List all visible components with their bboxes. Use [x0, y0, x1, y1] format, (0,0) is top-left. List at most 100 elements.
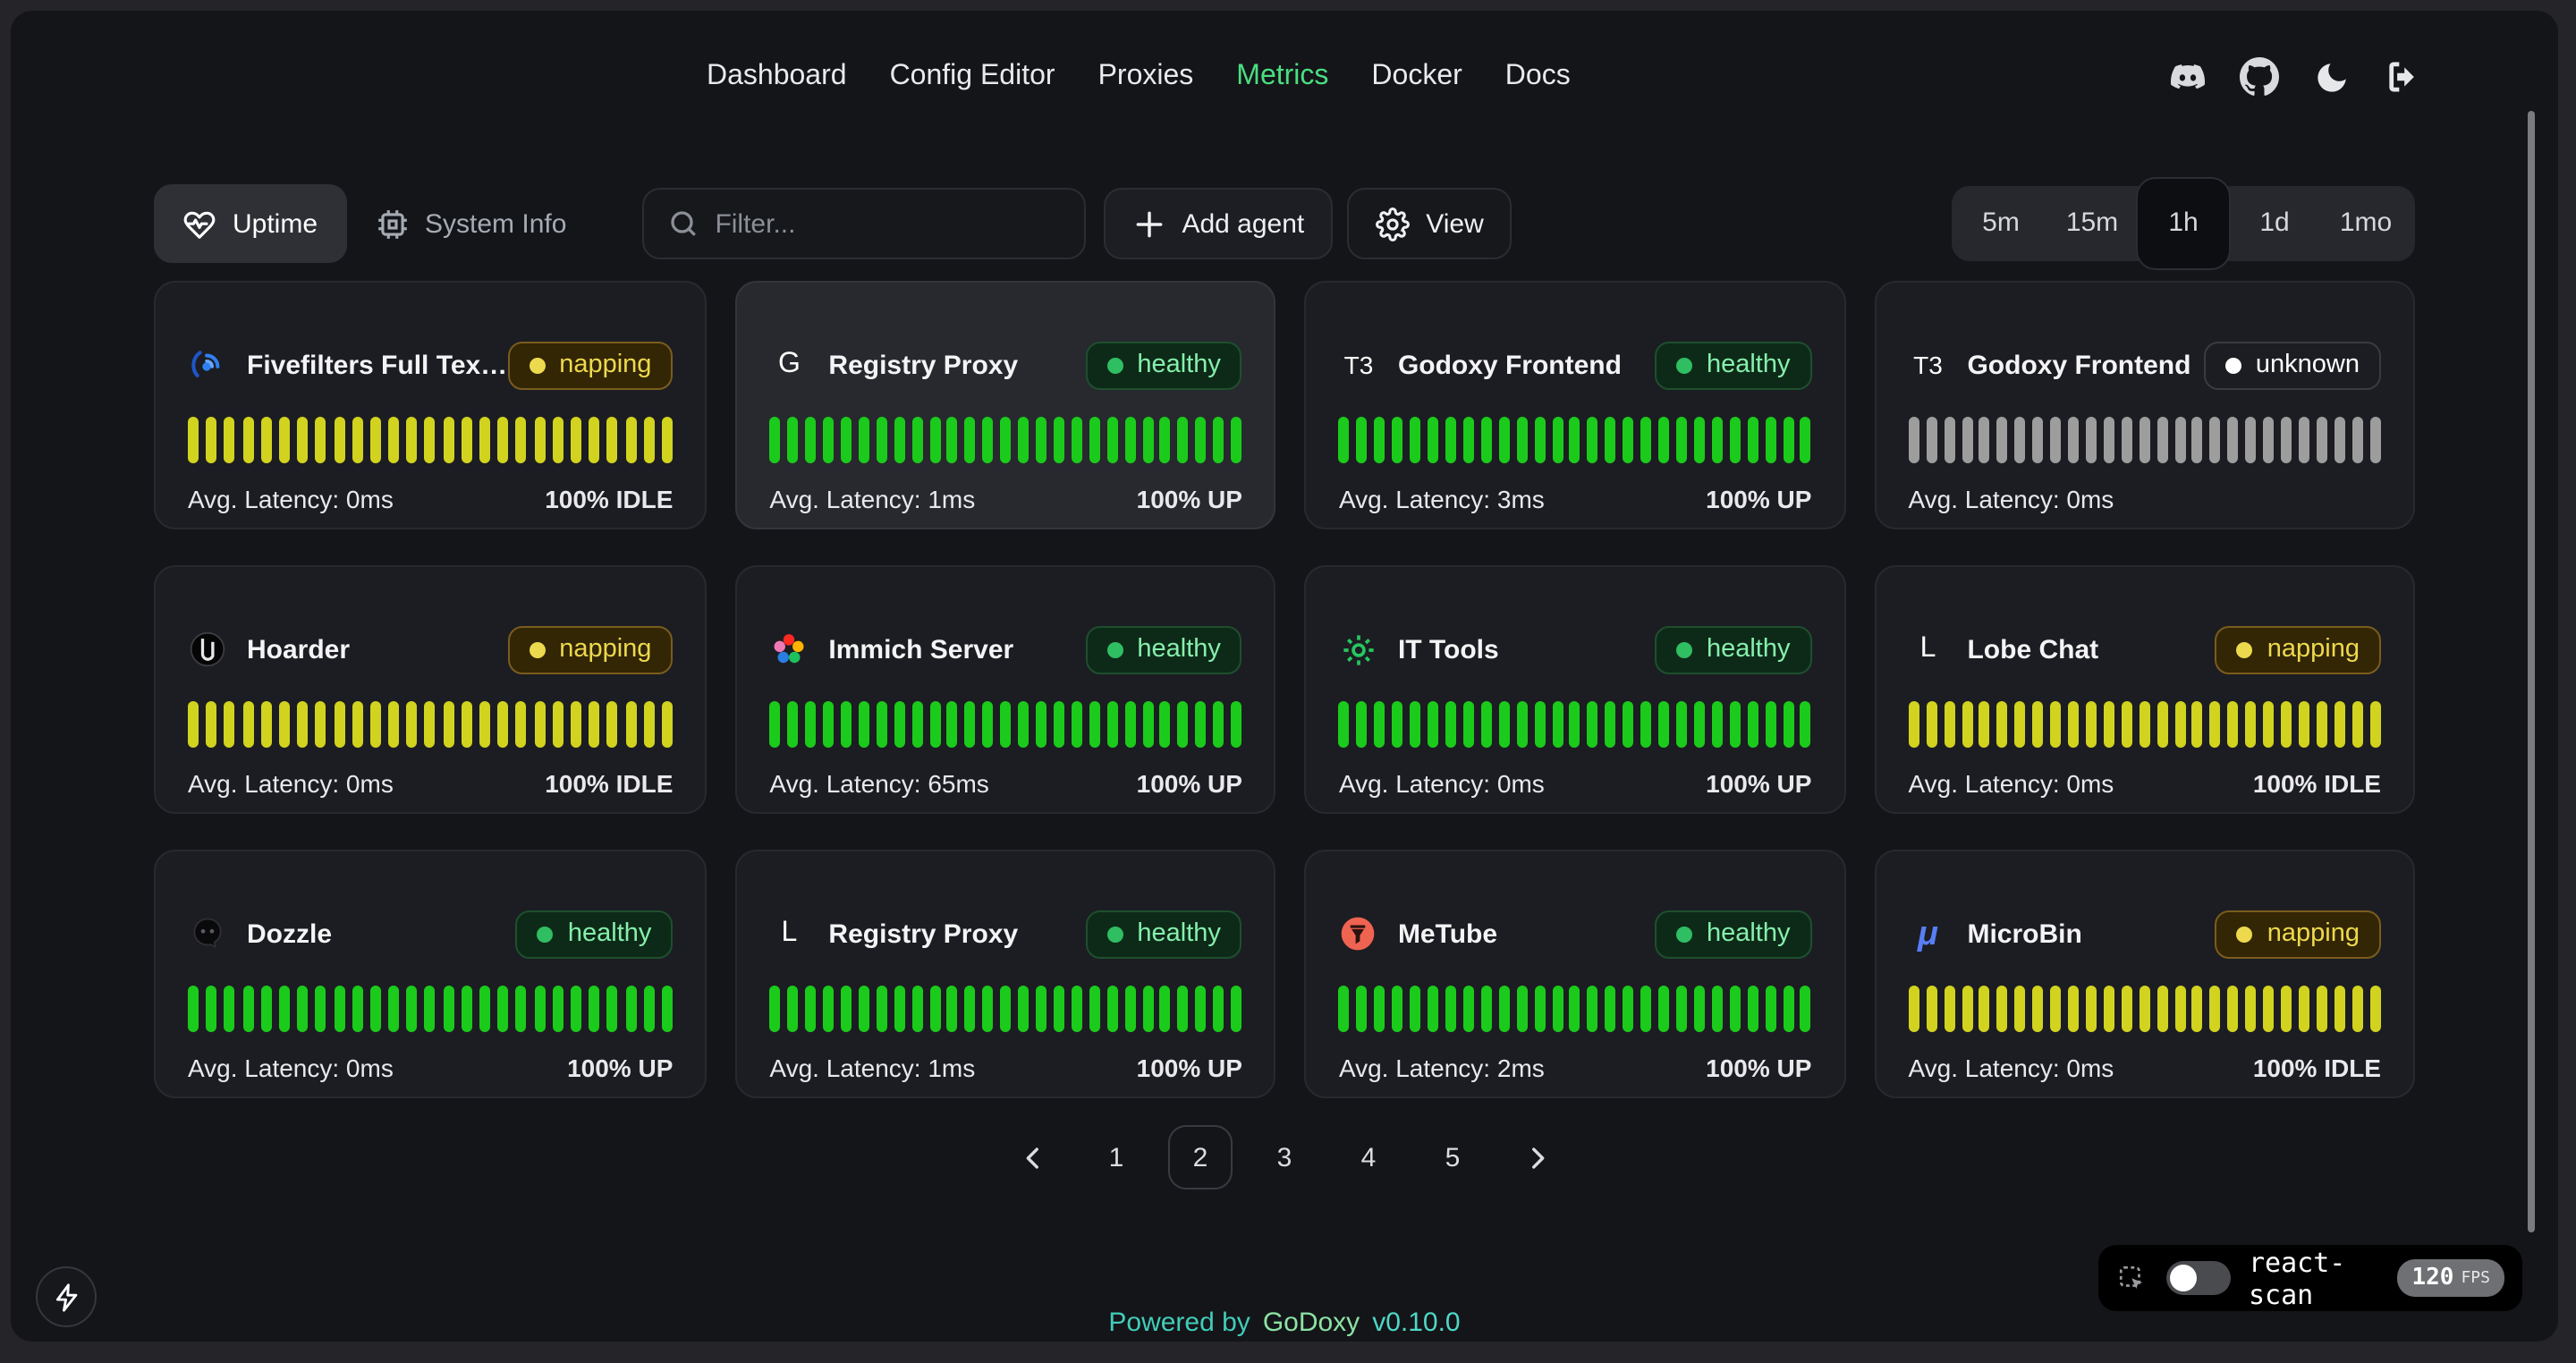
- pagination-prev-button[interactable]: [1000, 1125, 1064, 1189]
- pagination-next-button[interactable]: [1504, 1125, 1569, 1189]
- uptime-bar: [553, 701, 564, 748]
- logout-icon[interactable]: [2383, 57, 2422, 97]
- uptime-bar: [965, 701, 976, 748]
- godoxy-link[interactable]: GoDoxy: [1263, 1308, 1360, 1338]
- uptime-bar: [1783, 986, 1793, 1032]
- uptime-bar: [1676, 986, 1687, 1032]
- github-icon[interactable]: [2240, 57, 2279, 97]
- time-range-1mo[interactable]: 1mo: [2320, 186, 2411, 261]
- uptime-bar: [2174, 417, 2185, 463]
- uptime-bar: [947, 417, 958, 463]
- uptime-bar: [823, 986, 834, 1032]
- add-agent-button[interactable]: Add agent: [1103, 188, 1333, 259]
- service-card-fivefilters-full-tex-[interactable]: Fivefilters Full Tex…nappingAvg. Latency…: [154, 281, 707, 529]
- uptime-bar: [607, 986, 618, 1032]
- service-card-godoxy-frontend[interactable]: T3Godoxy FrontendhealthyAvg. Latency: 3m…: [1305, 281, 1846, 529]
- uptime-bar: [929, 986, 940, 1032]
- status-label: healthy: [1137, 351, 1221, 379]
- uptime-bar: [388, 701, 399, 748]
- pagination-page-4[interactable]: 4: [1336, 1125, 1401, 1189]
- uptime-bar: [643, 986, 654, 1032]
- nav-item-proxies[interactable]: Proxies: [1098, 61, 1194, 93]
- page: Dashboard Config Editor Proxies Metrics Dock…: [0, 0, 2576, 1363]
- inspect-cursor-icon[interactable]: [2116, 1262, 2148, 1294]
- time-range-1h[interactable]: 1h: [2138, 179, 2229, 268]
- scrollbar-thumb[interactable]: [2528, 111, 2535, 1232]
- uptime-bar: [1694, 701, 1705, 748]
- service-card-it-tools[interactable]: IT ToolshealthyAvg. Latency: 0ms100% UP: [1305, 565, 1846, 814]
- uptime-bar: [2281, 417, 2292, 463]
- uptime-bar: [1926, 417, 1936, 463]
- uptime-bar: [1765, 986, 1775, 1032]
- status-dot-icon: [538, 926, 554, 942]
- time-range-5m[interactable]: 5m: [1955, 186, 2046, 261]
- status-dot-icon: [1106, 926, 1123, 942]
- uptime-bar: [1712, 701, 1723, 748]
- uptime-bar: [1106, 701, 1117, 748]
- uptime-bar: [479, 701, 490, 748]
- uptime-bar: [2299, 417, 2309, 463]
- time-range-15m[interactable]: 15m: [2046, 186, 2138, 261]
- uptime-bar: [2299, 986, 2309, 1032]
- add-agent-label: Add agent: [1182, 208, 1304, 239]
- nav-item-docker[interactable]: Docker: [1371, 61, 1462, 93]
- service-name: MeTube: [1398, 919, 1497, 949]
- uptime-bar: [1089, 986, 1100, 1032]
- uptime-bar: [479, 986, 490, 1032]
- service-card-lobe-chat[interactable]: LLobe ChatnappingAvg. Latency: 0ms100% I…: [1874, 565, 2415, 814]
- uptime-bar: [1640, 701, 1651, 748]
- nav-item-dashboard[interactable]: Dashboard: [707, 61, 847, 93]
- pagination-page-3[interactable]: 3: [1252, 1125, 1317, 1189]
- pagination-page-5[interactable]: 5: [1420, 1125, 1485, 1189]
- uptime-bar: [965, 986, 976, 1032]
- nav-item-config-editor[interactable]: Config Editor: [890, 61, 1055, 93]
- tab-system-info-label: System Info: [425, 208, 566, 239]
- uptime-bar: [2104, 701, 2114, 748]
- uptime-bar: [571, 417, 581, 463]
- tab-uptime[interactable]: Uptime: [154, 184, 346, 263]
- version-link[interactable]: v0.10.0: [1372, 1308, 1460, 1338]
- uptime-bar: [2281, 701, 2292, 748]
- service-card-immich-server[interactable]: Immich ServerhealthyAvg. Latency: 65ms10…: [735, 565, 1276, 814]
- service-card-metube[interactable]: MeTubehealthyAvg. Latency: 2ms100% UP: [1305, 850, 1846, 1098]
- uptime-bar: [2369, 701, 2380, 748]
- filter-input[interactable]: [715, 208, 1060, 239]
- uptime-percent: 100% IDLE: [2253, 769, 2381, 798]
- service-card-footer: Avg. Latency: 2ms100% UP: [1339, 1054, 1812, 1082]
- status-badge: healthy: [1085, 910, 1242, 958]
- react-scan-toggle[interactable]: [2166, 1261, 2231, 1295]
- uptime-bar: [1747, 986, 1758, 1032]
- service-name: Registry Proxy: [828, 350, 1018, 380]
- nav-item-docs[interactable]: Docs: [1505, 61, 1571, 93]
- time-range-1d[interactable]: 1d: [2229, 186, 2320, 261]
- service-card-registry-proxy[interactable]: LRegistry ProxyhealthyAvg. Latency: 1ms1…: [735, 850, 1276, 1098]
- pagination-page-2[interactable]: 2: [1168, 1125, 1233, 1189]
- view-button[interactable]: View: [1347, 188, 1513, 259]
- heart-pulse-icon: [182, 207, 216, 241]
- chevron-right-icon: [1521, 1142, 1552, 1173]
- service-card-dozzle[interactable]: DozzlehealthyAvg. Latency: 0ms100% UP: [154, 850, 707, 1098]
- service-card-godoxy-frontend[interactable]: T3Godoxy FrontendunknownAvg. Latency: 0m…: [1874, 281, 2415, 529]
- uptime-bar: [1214, 701, 1224, 748]
- pagination-page-1[interactable]: 1: [1084, 1125, 1148, 1189]
- uptime-bar: [876, 701, 886, 748]
- service-card-hoarder[interactable]: HoardernappingAvg. Latency: 0ms100% IDLE: [154, 565, 707, 814]
- topbar-icons: [2168, 11, 2422, 143]
- status-dot-icon: [2225, 357, 2241, 373]
- uptime-bar: [1606, 701, 1616, 748]
- uptime-bar: [1160, 417, 1171, 463]
- status-dot-icon: [1106, 357, 1123, 373]
- uptime-bar: [1410, 986, 1420, 1032]
- nav-item-metrics[interactable]: Metrics: [1236, 61, 1328, 93]
- fivefilters-icon: [188, 345, 227, 385]
- service-card-registry-proxy[interactable]: GRegistry ProxyhealthyAvg. Latency: 1ms1…: [735, 281, 1276, 529]
- theme-moon-icon[interactable]: [2311, 57, 2351, 97]
- tab-system-info[interactable]: System Info: [346, 184, 595, 263]
- uptime-bar: [859, 701, 869, 748]
- latency-label: Avg. Latency: 0ms: [188, 1054, 394, 1082]
- discord-icon[interactable]: [2168, 57, 2207, 97]
- uptime-bar: [1979, 701, 1990, 748]
- service-card-microbin[interactable]: μMicroBinnappingAvg. Latency: 0ms100% ID…: [1874, 850, 2415, 1098]
- fps-badge: 120 FPS: [2398, 1259, 2505, 1297]
- uptime-bar: [2086, 986, 2097, 1032]
